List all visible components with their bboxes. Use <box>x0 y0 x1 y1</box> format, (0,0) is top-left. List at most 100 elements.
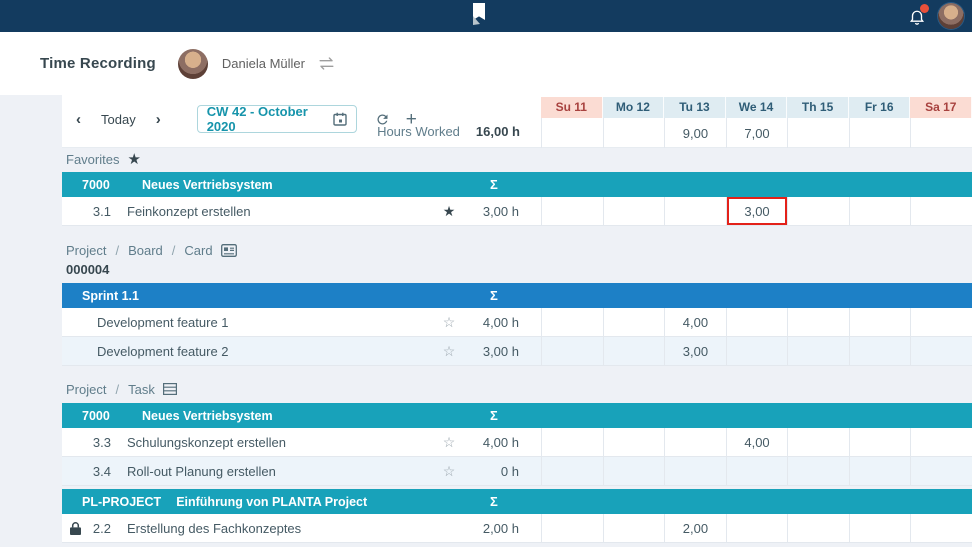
task-row[interactable]: 3.3Schulungskonzept erstellen☆4,00 h 4,00 <box>62 428 972 457</box>
table-group-header[interactable]: PL-PROJECTEinführung von PLANTA ProjectΣ <box>62 489 972 514</box>
time-cell[interactable] <box>603 308 665 336</box>
time-cell[interactable] <box>541 457 603 485</box>
day-header-cell: Sa 17 <box>910 97 972 118</box>
time-cell[interactable] <box>849 514 911 542</box>
section-label: Project/Task <box>62 381 972 397</box>
time-cell[interactable] <box>787 428 849 456</box>
day-header-cell: Tu 13 <box>664 97 726 118</box>
time-cell[interactable] <box>726 308 788 336</box>
notifications-bell-icon[interactable] <box>906 5 928 27</box>
time-cell[interactable] <box>910 457 972 485</box>
time-cell[interactable]: 4,00 <box>726 428 788 456</box>
time-cell[interactable] <box>849 428 911 456</box>
task-name: Roll-out Planung erstellen <box>127 464 439 479</box>
time-cell[interactable] <box>726 337 788 365</box>
time-table: PL-PROJECTEinführung von PLANTA ProjectΣ… <box>62 489 972 543</box>
task-total-hours: 3,00 h <box>459 344 519 359</box>
tasklist-icon <box>163 383 177 395</box>
section-label-text: Board <box>128 243 163 258</box>
task-name: Development feature 2 <box>97 344 439 359</box>
time-cell[interactable] <box>787 457 849 485</box>
time-cell[interactable] <box>787 514 849 542</box>
task-row[interactable]: 3.4 Roll-out Planung erstellen☆0 h <box>62 457 972 486</box>
page-title: Time Recording <box>40 55 156 72</box>
task-row-left: 2.2Erstellung des Fachkonzeptes2,00 h <box>62 514 541 542</box>
time-cell[interactable] <box>541 514 603 542</box>
task-row[interactable]: 3.1Feinkonzept erstellen★3,00 h3,00 <box>62 197 972 226</box>
time-cell[interactable] <box>910 428 972 456</box>
table-group-header[interactable]: Sprint 1.1Σ <box>62 283 972 308</box>
day-totals-row: 9,007,00 <box>541 118 972 148</box>
time-cell[interactable] <box>603 457 665 485</box>
hours-worked-label: Hours Worked <box>377 124 460 139</box>
breadcrumb-separator: / <box>163 243 185 258</box>
page-header: Time Recording Daniela Müller <box>0 32 972 95</box>
time-cell[interactable] <box>664 428 726 456</box>
time-cell[interactable] <box>787 337 849 365</box>
table-group-header[interactable]: 7000Neues VertriebsystemΣ <box>62 172 972 197</box>
day-total-cell: 7,00 <box>726 118 788 148</box>
time-cell[interactable] <box>787 197 849 225</box>
section-label-text: Card <box>184 243 212 258</box>
task-row[interactable]: Development feature 2☆3,00 h 3,00 <box>62 337 972 366</box>
time-cell[interactable] <box>541 428 603 456</box>
time-cell[interactable] <box>541 337 603 365</box>
time-cell[interactable] <box>910 197 972 225</box>
task-row[interactable]: 2.2Erstellung des Fachkonzeptes2,00 h 2,0… <box>62 514 972 543</box>
time-cells: 3,00 <box>541 197 972 225</box>
favorite-star-icon[interactable]: ☆ <box>439 343 459 360</box>
time-cell[interactable] <box>541 308 603 336</box>
group-name: Neues Vertriebsystem <box>142 409 273 423</box>
time-cells: 3,00 <box>541 337 972 365</box>
task-name: Schulungskonzept erstellen <box>127 435 439 450</box>
task-code: 3.4 <box>72 464 111 479</box>
time-cell[interactable] <box>910 337 972 365</box>
time-cell[interactable] <box>726 457 788 485</box>
task-row-left: 3.3Schulungskonzept erstellen☆4,00 h <box>62 428 541 456</box>
time-cell[interactable] <box>849 457 911 485</box>
favorite-star-icon[interactable]: ☆ <box>439 314 459 331</box>
bookmark-cursor-icon <box>471 3 488 34</box>
user-avatar <box>178 49 208 79</box>
time-cell[interactable] <box>910 308 972 336</box>
task-total-hours: 4,00 h <box>459 435 519 450</box>
time-table: 7000Neues VertriebsystemΣ3.1Feinkonzept … <box>62 172 972 226</box>
time-cell[interactable] <box>849 337 911 365</box>
time-cell[interactable]: 3,00 <box>726 197 788 225</box>
time-cell[interactable] <box>603 428 665 456</box>
time-cell[interactable] <box>849 197 911 225</box>
time-cell[interactable]: 3,00 <box>664 337 726 365</box>
time-cell[interactable] <box>603 337 665 365</box>
group-code: 7000 <box>82 409 127 423</box>
table-group-header[interactable]: 7000Neues VertriebsystemΣ <box>62 403 972 428</box>
time-cell[interactable]: 2,00 <box>664 514 726 542</box>
breadcrumb-separator: / <box>106 243 128 258</box>
switch-user-icon[interactable] <box>317 56 336 71</box>
day-header-cell: We 14 <box>726 97 788 118</box>
time-cell[interactable] <box>726 514 788 542</box>
card-icon <box>221 244 237 257</box>
task-total-hours: 4,00 h <box>459 315 519 330</box>
section-label-text: Favorites <box>66 152 119 167</box>
favorite-star-icon[interactable]: ★ <box>439 203 459 220</box>
time-cell[interactable] <box>664 457 726 485</box>
sum-column-header: Σ <box>490 494 498 509</box>
favorite-star-icon[interactable]: ☆ <box>439 463 459 480</box>
time-cell[interactable] <box>541 197 603 225</box>
account-avatar[interactable] <box>938 3 964 29</box>
task-total-hours: 0 h <box>459 464 519 479</box>
time-cell[interactable] <box>603 197 665 225</box>
group-code: Sprint 1.1 <box>82 289 139 303</box>
day-total-cell <box>541 118 603 148</box>
time-cell[interactable] <box>787 308 849 336</box>
time-cell[interactable] <box>664 197 726 225</box>
time-cell[interactable] <box>603 514 665 542</box>
favorite-star-icon[interactable]: ☆ <box>439 434 459 451</box>
notification-badge <box>920 4 929 13</box>
task-row[interactable]: Development feature 1☆4,00 h4,00 <box>62 308 972 337</box>
time-cell[interactable]: 4,00 <box>664 308 726 336</box>
time-cell[interactable] <box>910 514 972 542</box>
time-cell[interactable] <box>849 308 911 336</box>
day-header-cell: Mo 12 <box>603 97 665 118</box>
task-row-left: 3.4 Roll-out Planung erstellen☆0 h <box>62 457 541 485</box>
